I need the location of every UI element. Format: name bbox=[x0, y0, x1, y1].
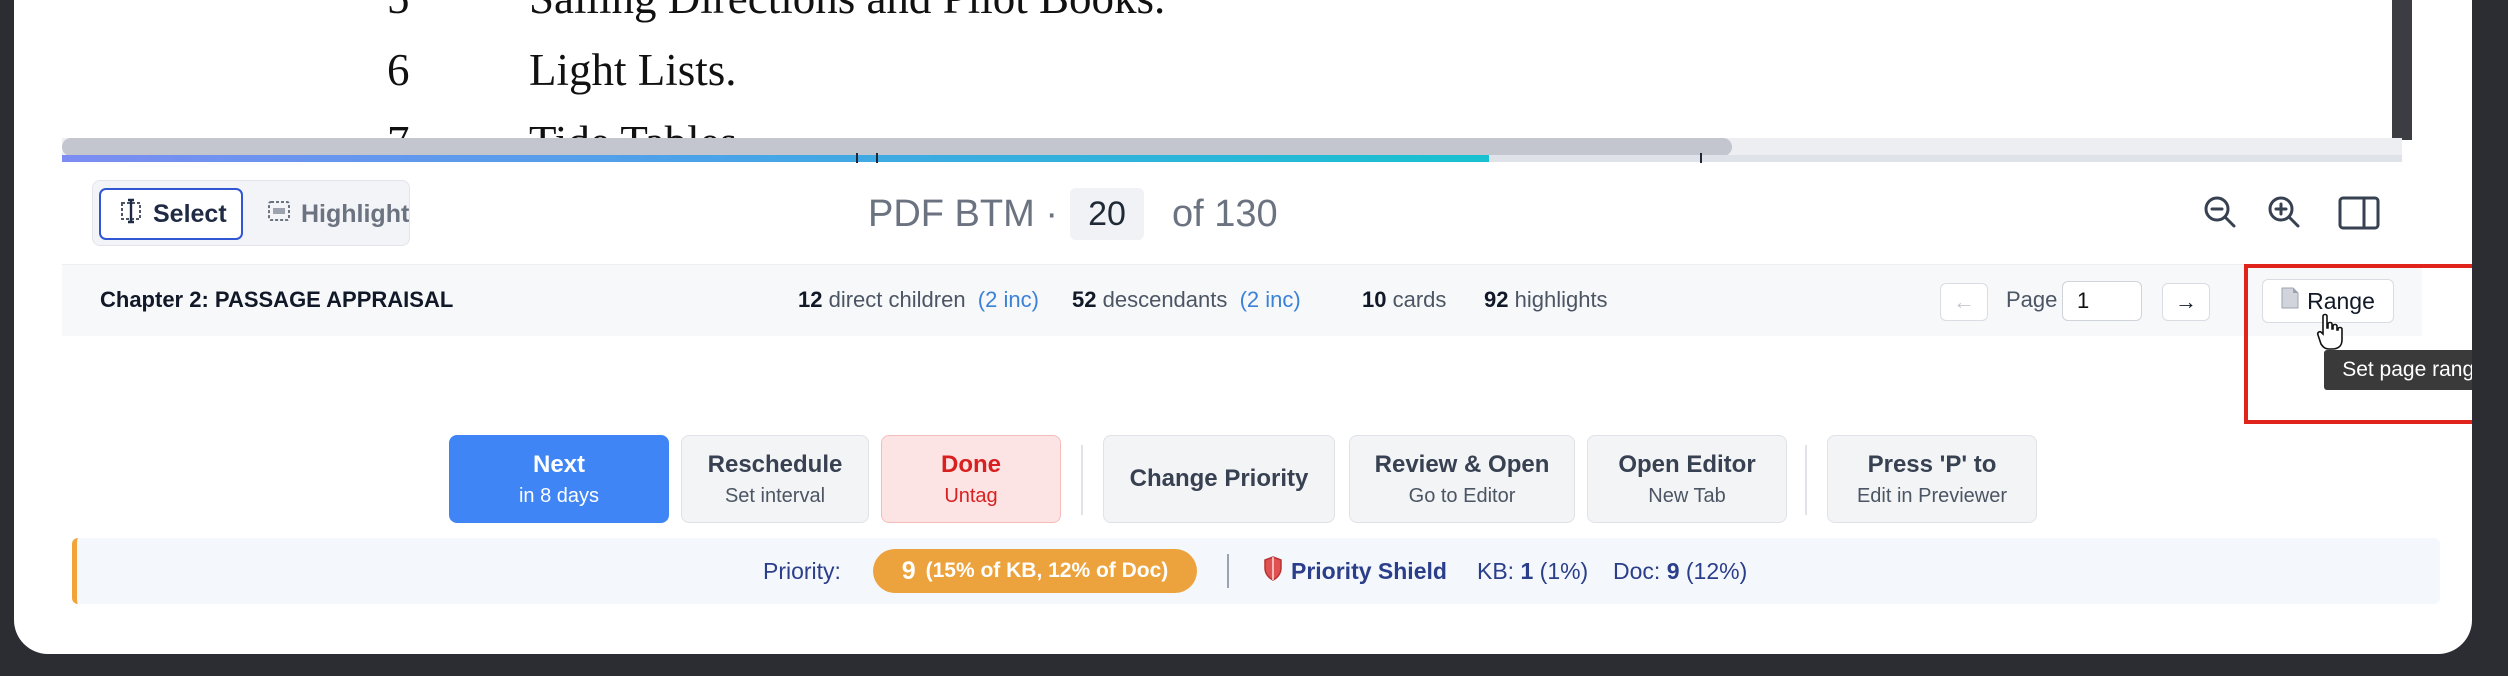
descendants-stat: 52 descendants (2 inc) bbox=[1072, 287, 1301, 312]
line-text: Light Lists. bbox=[529, 45, 737, 95]
scrollbar-thumb[interactable] bbox=[62, 138, 1732, 156]
page-input[interactable] bbox=[2062, 281, 2142, 321]
open-editor-subtitle: New Tab bbox=[1648, 484, 1726, 507]
priority-label: Priority: bbox=[763, 558, 841, 584]
highlight-mode-label: Highlight bbox=[301, 199, 410, 228]
done-button-subtitle: Untag bbox=[944, 484, 998, 507]
reschedule-button[interactable]: Reschedule Set interval bbox=[681, 435, 869, 523]
press-p-subtitle: Edit in Previewer bbox=[1856, 484, 2008, 507]
mode-toggle-group: Select Highlight bbox=[92, 180, 410, 246]
pdf-viewport[interactable]: 5 Sailing Directions and Pilot Books. 6 … bbox=[62, 0, 2392, 140]
change-priority-title: Change Priority bbox=[1129, 465, 1309, 492]
highlights-stat: 92 highlights bbox=[1484, 287, 1608, 312]
arrow-left-icon: ← bbox=[1953, 289, 1975, 314]
review-open-button[interactable]: Review & Open Go to Editor bbox=[1349, 435, 1575, 523]
document-title: PDF BTM · bbox=[868, 192, 1058, 235]
review-open-title: Review & Open bbox=[1374, 450, 1550, 478]
text-cursor-icon bbox=[119, 198, 143, 231]
chapter-info-row: Chapter 2: PASSAGE APPRAISAL 12 direct c… bbox=[62, 264, 2422, 350]
action-divider bbox=[1805, 445, 1807, 515]
done-button[interactable]: Done Untag bbox=[881, 435, 1061, 523]
chapter-title[interactable]: Chapter 2: PASSAGE APPRAISAL bbox=[100, 287, 453, 313]
change-priority-button[interactable]: Change Priority bbox=[1103, 435, 1335, 523]
priority-detail: (15% of KB, 12% of Doc) bbox=[925, 559, 1169, 582]
line-number: 6 bbox=[387, 45, 410, 95]
prev-page-button[interactable]: ← bbox=[1940, 283, 1988, 321]
zoom-out-icon[interactable] bbox=[2202, 194, 2238, 235]
select-mode-label: Select bbox=[153, 199, 227, 228]
cards-stat: 10 cards bbox=[1362, 287, 1447, 312]
progress-marker bbox=[876, 153, 878, 163]
doc-stat: Doc: 9 (12%) bbox=[1613, 558, 1748, 584]
current-page-field[interactable]: 20 bbox=[1069, 188, 1144, 240]
next-button-title: Next bbox=[532, 450, 586, 478]
priority-divider bbox=[1227, 554, 1229, 588]
range-tooltip: Set page range bbox=[2324, 350, 2472, 390]
app-window: 5 Sailing Directions and Pilot Books. 6 … bbox=[14, 0, 2472, 654]
line-number: 7 bbox=[387, 116, 410, 140]
next-button-subtitle: in 8 days bbox=[518, 484, 600, 507]
line-number: 5 bbox=[387, 0, 410, 24]
document-title-group: PDF BTM · 20 of 130 bbox=[868, 186, 1278, 242]
annotation-highlight-box bbox=[2244, 264, 2472, 424]
review-open-subtitle: Go to Editor bbox=[1408, 484, 1516, 507]
done-button-title: Done bbox=[941, 450, 1001, 478]
select-mode-button[interactable]: Select bbox=[99, 188, 243, 240]
priority-shield-label[interactable]: Priority Shield bbox=[1291, 558, 1447, 585]
highlight-mode-button[interactable]: Highlight bbox=[249, 188, 409, 240]
sidebar-toggle-icon[interactable] bbox=[2338, 196, 2380, 235]
next-button[interactable]: Next in 8 days bbox=[449, 435, 669, 523]
line-text: Tide Tables. bbox=[529, 116, 748, 140]
next-page-button[interactable]: → bbox=[2162, 283, 2210, 321]
viewer-frame-edge bbox=[2392, 0, 2412, 140]
arrow-right-icon: → bbox=[2175, 289, 2197, 314]
open-editor-button[interactable]: Open Editor New Tab bbox=[1587, 435, 1787, 523]
highlight-icon bbox=[267, 199, 291, 230]
viewer-toolbar: Select Highlight PDF BTM · 20 of 130 bbox=[62, 176, 2422, 252]
priority-bar: Priority: 9 (15% of KB, 12% of Doc) Prio… bbox=[72, 538, 2440, 604]
reschedule-button-subtitle: Set interval bbox=[724, 484, 826, 507]
line-text: Sailing Directions and Pilot Books. bbox=[529, 0, 1165, 24]
reschedule-button-title: Reschedule bbox=[707, 450, 843, 478]
priority-value: 9 bbox=[901, 556, 916, 585]
progress-marker bbox=[1700, 153, 1702, 163]
reading-progress-fill bbox=[62, 155, 1490, 162]
reading-progress-bar bbox=[62, 155, 2402, 162]
direct-children-stat: 12 direct children (2 inc) bbox=[798, 287, 1039, 312]
shield-icon bbox=[1263, 556, 1283, 587]
page-label: Page bbox=[2006, 287, 2058, 312]
total-pages: of 130 bbox=[1171, 192, 1278, 235]
action-divider bbox=[1081, 445, 1083, 515]
press-p-button[interactable]: Press 'P' to Edit in Previewer bbox=[1827, 435, 2037, 523]
progress-marker bbox=[856, 153, 858, 163]
kb-stat: KB: 1 (1%) bbox=[1477, 558, 1589, 584]
zoom-in-icon[interactable] bbox=[2266, 194, 2302, 235]
press-p-title: Press 'P' to bbox=[1867, 450, 1997, 478]
open-editor-title: Open Editor bbox=[1618, 450, 1756, 478]
priority-pill[interactable]: 9 (15% of KB, 12% of Doc) bbox=[873, 549, 1197, 593]
